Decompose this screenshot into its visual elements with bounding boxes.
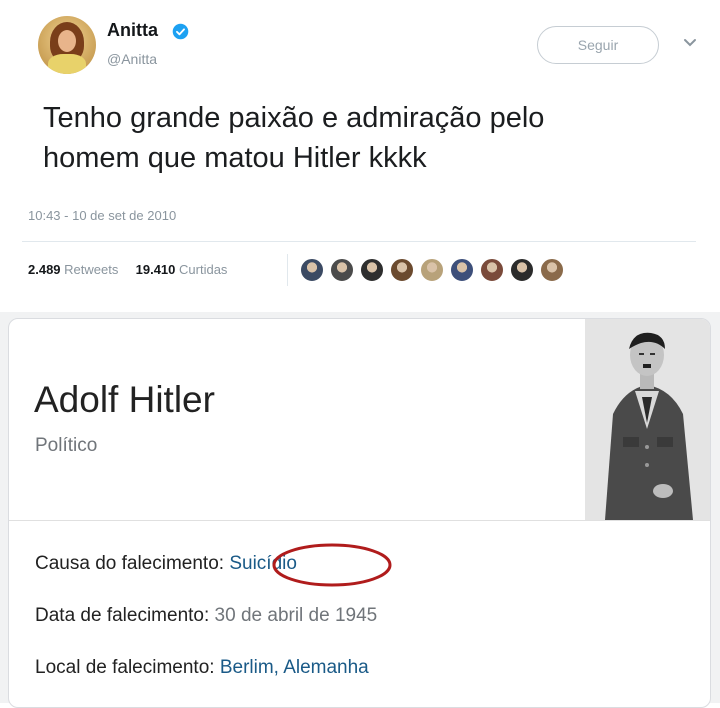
fact-value-link[interactable]: Berlim, Alemanha (220, 657, 369, 678)
follow-button[interactable]: Seguir (537, 26, 659, 64)
red-circle-annotation (272, 543, 392, 587)
entity-name: Adolf Hitler (34, 379, 215, 420)
fact-label: Data de falecimento: (35, 605, 210, 626)
tweet-timestamp[interactable]: 10:43 - 10 de set de 2010 (28, 208, 176, 223)
tweet-text: Tenho grande paixão e admiração pelo hom… (43, 98, 693, 178)
likes-label[interactable]: Curtidas (179, 262, 227, 277)
fact-value: 30 de abril de 1945 (214, 605, 378, 626)
liker-avatar[interactable] (360, 258, 384, 282)
liker-avatar[interactable] (480, 258, 504, 282)
fact-row-cause-of-death: Causa do falecimento: Suicídio (35, 553, 297, 575)
liker-avatar[interactable] (390, 258, 414, 282)
avatar-dress (48, 54, 86, 74)
engagement-stats: 2.489 Retweets 19.410 Curtidas (28, 262, 227, 277)
divider (287, 254, 288, 286)
entity-subtitle: Político (35, 435, 98, 456)
divider (9, 520, 710, 521)
fact-row-place-of-death: Local de falecimento: Berlim, Alemanha (35, 657, 369, 679)
tweet-card: Anitta @Anitta Seguir Tenho grande paixã… (0, 0, 720, 312)
tweet-text-line: Tenho grande paixão e admiração pelo (43, 102, 545, 134)
liker-avatar[interactable] (300, 258, 324, 282)
liker-avatar[interactable] (540, 258, 564, 282)
liker-avatar[interactable] (510, 258, 534, 282)
liker-avatar[interactable] (420, 258, 444, 282)
verified-badge-icon (172, 23, 189, 40)
portrait-illustration (585, 319, 710, 520)
avatar-face (58, 30, 76, 52)
likes-count[interactable]: 19.410 (136, 262, 176, 277)
fact-label: Causa do falecimento: (35, 553, 225, 574)
retweets-count[interactable]: 2.489 (28, 262, 61, 277)
liker-avatar[interactable] (330, 258, 354, 282)
user-handle[interactable]: @Anitta (107, 51, 157, 67)
display-name[interactable]: Anitta (107, 20, 158, 41)
fact-label: Local de falecimento: (35, 657, 215, 678)
tweet-text-line: homem que matou Hitler kkkk (43, 142, 427, 174)
avatar[interactable] (38, 16, 96, 74)
divider (22, 241, 696, 242)
retweets-label[interactable]: Retweets (64, 262, 118, 277)
chevron-down-icon[interactable] (683, 38, 697, 48)
liker-avatar[interactable] (450, 258, 474, 282)
knowledge-panel: Adolf Hitler Político Causa do falecimen… (8, 318, 711, 708)
fact-row-date-of-death: Data de falecimento: 30 de abril de 1945 (35, 605, 377, 627)
entity-photo[interactable] (585, 319, 710, 520)
liker-avatars (300, 258, 570, 284)
